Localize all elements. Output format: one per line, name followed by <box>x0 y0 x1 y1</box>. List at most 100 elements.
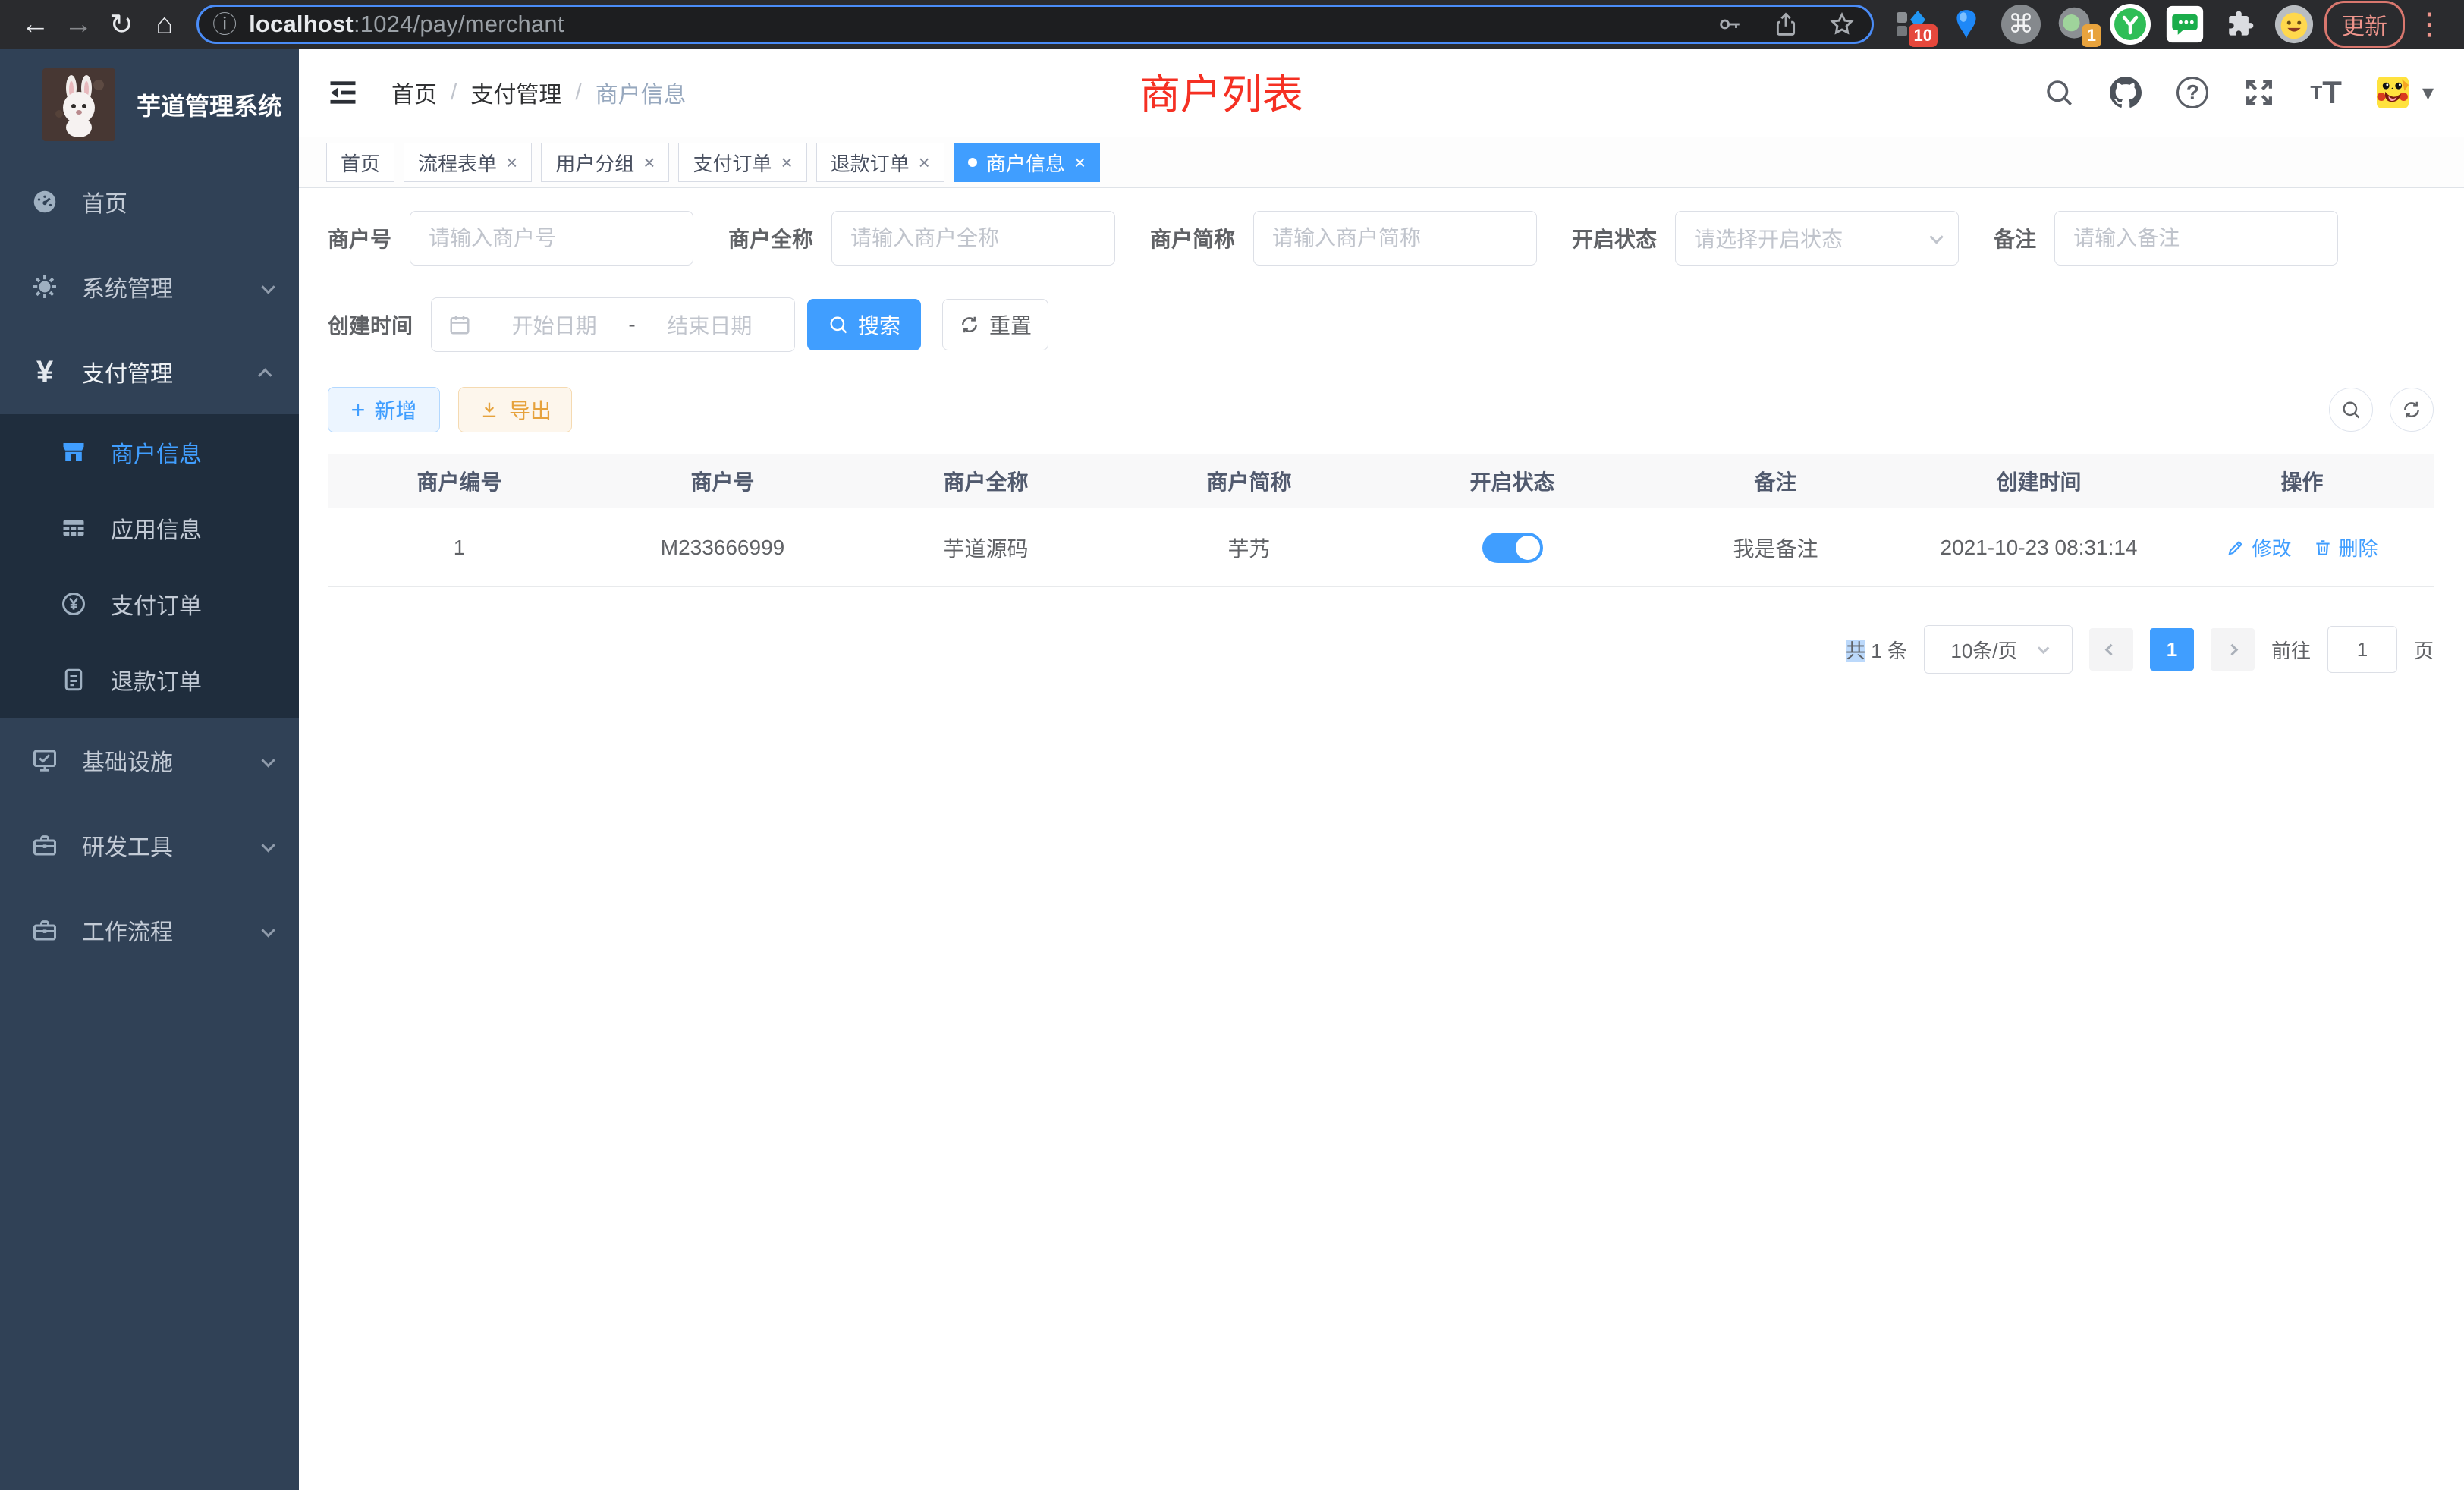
yen-icon: ¥ <box>27 355 62 389</box>
logo-rabbit-image <box>42 68 115 141</box>
breadcrumb-separator: / <box>575 80 581 105</box>
chevron-down-icon <box>1929 230 1943 244</box>
page-number-1[interactable]: 1 <box>2150 628 2194 671</box>
tab-refund-order[interactable]: 退款订单× <box>816 143 944 182</box>
prev-page-button[interactable] <box>2089 628 2133 671</box>
sidebar-item-system[interactable]: 系统管理 <box>0 244 299 329</box>
column-header: 操作 <box>2170 454 2434 508</box>
status-toggle-on[interactable] <box>1482 533 1543 563</box>
status-select[interactable]: 请选择开启状态 <box>1675 211 1959 266</box>
extension-chat-icon[interactable] <box>2164 3 2206 46</box>
table-row: 1 M233666999 芋道源码 芋艿 我是备注 2021-10-23 08:… <box>328 508 2434 587</box>
close-icon[interactable]: × <box>506 152 517 172</box>
extension-recorder-icon[interactable]: 1 <box>2054 3 2097 46</box>
yen-circle-icon <box>56 590 91 618</box>
font-size-icon[interactable]: TT <box>2310 77 2342 108</box>
next-page-button[interactable] <box>2211 628 2255 671</box>
merchant-shortname-input[interactable] <box>1253 211 1537 266</box>
field-label: 开启状态 <box>1572 223 1657 253</box>
add-button[interactable]: + 新增 <box>328 387 440 432</box>
shop-icon <box>56 439 91 466</box>
delete-link[interactable]: 删除 <box>2313 533 2378 561</box>
sidebar-item-label: 首页 <box>82 185 127 218</box>
browser-home-button[interactable]: ⌂ <box>143 2 186 46</box>
extension-command-icon[interactable]: ⌘ <box>2000 3 2042 46</box>
sidebar: 芋道管理系统 首页 系统管理 ¥ 支付管理 <box>0 49 299 1490</box>
sidebar-item-payment[interactable]: ¥ 支付管理 <box>0 329 299 414</box>
plus-icon: + <box>351 398 366 422</box>
site-info-icon[interactable]: ⓘ <box>212 12 237 36</box>
fullscreen-icon[interactable] <box>2243 77 2275 108</box>
toolbox-icon <box>27 916 62 944</box>
tab-user-group[interactable]: 用户分组× <box>541 143 669 182</box>
chevron-down-icon <box>262 274 272 300</box>
breadcrumb-current: 商户信息 <box>596 76 687 109</box>
sidebar-item-refund-order[interactable]: 退款订单 <box>0 642 299 718</box>
breadcrumb: 首页 / 支付管理 / 商户信息 <box>391 76 687 109</box>
close-icon[interactable]: × <box>643 152 655 172</box>
sidebar-item-workflow[interactable]: 工作流程 <box>0 888 299 973</box>
extensions-puzzle-icon[interactable] <box>2218 3 2261 46</box>
sidebar-logo[interactable]: 芋道管理系统 <box>0 49 299 159</box>
browser-reload-button[interactable]: ↻ <box>100 2 143 46</box>
sidebar-item-infrastructure[interactable]: 基础设施 <box>0 718 299 803</box>
page-size-select[interactable]: 10条/页 <box>1924 625 2073 674</box>
tab-home[interactable]: 首页 <box>326 143 394 182</box>
merchant-page: 商户号 商户全称 商户简称 开启状态 请选择开启状态 <box>299 188 2464 1490</box>
close-icon[interactable]: × <box>1074 152 1086 172</box>
browser-update-button[interactable]: 更新 <box>2324 1 2405 48</box>
sidebar-item-home[interactable]: 首页 <box>0 159 299 244</box>
merchant-no-input[interactable] <box>410 211 693 266</box>
sidebar-menu: 首页 系统管理 ¥ 支付管理 商户信息 <box>0 159 299 973</box>
breadcrumb-home[interactable]: 首页 <box>391 76 437 109</box>
cell-merchant-no: M233666999 <box>591 508 854 586</box>
close-icon[interactable]: × <box>781 152 792 172</box>
address-bar[interactable]: ⓘ localhost:1024/pay/merchant <box>196 5 1874 44</box>
github-icon[interactable] <box>2110 77 2142 108</box>
chevron-down-icon <box>2037 642 2049 654</box>
search-form-row-1: 商户号 商户全称 商户简称 开启状态 请选择开启状态 <box>328 211 2434 266</box>
remark-input[interactable] <box>2054 211 2338 266</box>
gear-icon <box>27 273 62 300</box>
browser-menu-icon[interactable]: ⋮ <box>2405 7 2453 42</box>
sidebar-item-label: 研发工具 <box>82 828 173 862</box>
extension-grid-icon[interactable]: 10 <box>1890 3 1933 46</box>
sidebar-fold-icon[interactable] <box>326 76 360 109</box>
export-button[interactable]: 导出 <box>458 387 572 432</box>
sidebar-item-dev-tools[interactable]: 研发工具 <box>0 803 299 888</box>
search-form-row-2: 创建时间 开始日期 - 结束日期 搜索 重置 <box>328 297 2434 352</box>
column-header: 商户号 <box>591 454 854 508</box>
tab-pay-order[interactable]: 支付订单× <box>678 143 806 182</box>
caret-down-icon: ▾ <box>2422 80 2434 106</box>
refresh-icon[interactable] <box>2390 388 2434 432</box>
toggle-search-icon[interactable] <box>2329 388 2373 432</box>
tab-process-form[interactable]: 流程表单× <box>404 143 532 182</box>
search-button[interactable]: 搜索 <box>807 299 921 350</box>
reset-button[interactable]: 重置 <box>942 299 1048 350</box>
sidebar-item-pay-order[interactable]: 支付订单 <box>0 566 299 642</box>
active-tab-dot <box>968 158 977 167</box>
browser-back-button[interactable]: ← <box>14 2 57 46</box>
bookmark-star-icon[interactable] <box>1829 11 1855 37</box>
table-toolbar: + 新增 导出 <box>328 387 2434 432</box>
user-avatar-menu[interactable]: ▾ <box>2377 77 2434 108</box>
share-icon[interactable] <box>1773 11 1799 37</box>
breadcrumb-separator: / <box>451 80 457 105</box>
tab-merchant-info[interactable]: 商户信息× <box>954 143 1100 182</box>
merchant-fullname-input[interactable] <box>831 211 1115 266</box>
extension-gem-icon[interactable] <box>1945 3 1988 46</box>
create-time-range-picker[interactable]: 开始日期 - 结束日期 <box>431 297 795 352</box>
help-icon[interactable]: ? <box>2176 77 2208 108</box>
sidebar-item-merchant-info[interactable]: 商户信息 <box>0 414 299 490</box>
extension-y-icon[interactable] <box>2109 3 2151 46</box>
close-icon[interactable]: × <box>919 152 930 172</box>
profile-emoji-avatar[interactable] <box>2273 3 2315 46</box>
goto-page-input[interactable] <box>2327 626 2397 673</box>
password-key-icon[interactable] <box>1717 11 1743 37</box>
search-icon[interactable] <box>2043 77 2075 108</box>
column-header: 创建时间 <box>1907 454 2170 508</box>
edit-link[interactable]: 修改 <box>2226 533 2291 561</box>
breadcrumb-payment[interactable]: 支付管理 <box>470 76 561 109</box>
sidebar-item-app-info[interactable]: 应用信息 <box>0 490 299 566</box>
browser-forward-button[interactable]: → <box>57 2 100 46</box>
